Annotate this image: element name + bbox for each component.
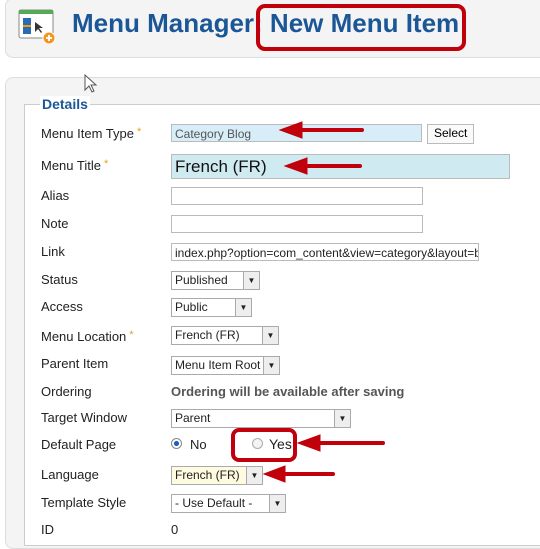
alias-label: Alias [41, 188, 70, 203]
target-window-label: Target Window [41, 410, 127, 425]
radio-checked-icon[interactable] [171, 438, 182, 449]
chevron-down-icon: ▼ [262, 327, 278, 344]
title-highlight: New Menu Item [269, 8, 460, 38]
ordering-note: Ordering will be available after saving [171, 384, 405, 399]
status-select[interactable]: Published ▼ [171, 271, 260, 290]
id-value: 0 [171, 522, 179, 537]
menu-add-icon [18, 9, 56, 44]
access-select[interactable]: Public ▼ [171, 298, 252, 317]
language-select[interactable]: French (FR) ▼ [171, 466, 263, 485]
parent-item-label: Parent Item [41, 356, 109, 371]
access-label: Access [41, 299, 83, 314]
chevron-down-icon: ▼ [263, 357, 279, 374]
select-menu-type-button[interactable]: Select [427, 124, 475, 144]
parent-item-select[interactable]: Menu Item Root ▼ [171, 356, 280, 375]
menu-location-select[interactable]: French (FR) ▼ [171, 326, 279, 345]
language-label: Language [41, 467, 99, 482]
template-style-select[interactable]: - Use Default - ▼ [171, 494, 286, 513]
page-title: Menu Manager: New Menu Item [72, 8, 460, 38]
menu-title-input[interactable]: French (FR) [171, 154, 510, 179]
chevron-down-icon: ▼ [243, 272, 259, 289]
id-label: ID [41, 522, 54, 537]
template-style-label: Template Style [41, 495, 127, 510]
link-label: Link [41, 244, 65, 259]
chevron-down-icon: ▼ [334, 410, 350, 427]
chevron-down-icon: ▼ [269, 495, 285, 512]
chevron-down-icon: ▼ [246, 467, 262, 484]
details-legend: Details [40, 96, 90, 112]
link-input[interactable]: index.php?option=com_content&view=catego… [171, 243, 479, 261]
menu-title-label: Menu Title * [41, 158, 109, 173]
default-page-label: Default Page [41, 437, 117, 452]
radio-unchecked-icon[interactable] [252, 438, 263, 449]
default-page-no-radio[interactable]: No [171, 437, 207, 452]
chevron-down-icon: ▼ [235, 299, 251, 316]
menu-location-label: Menu Location * [41, 329, 134, 344]
target-window-select[interactable]: Parent ▼ [171, 409, 351, 428]
menu-item-type-label: Menu Item Type * [41, 126, 142, 141]
menu-item-type-field[interactable]: Category Blog [171, 124, 422, 142]
note-input[interactable] [171, 215, 423, 233]
alias-input[interactable] [171, 187, 423, 205]
note-label: Note [41, 216, 69, 231]
ordering-label: Ordering [41, 384, 92, 399]
status-label: Status [41, 272, 78, 287]
default-page-yes-radio[interactable]: Yes [252, 436, 292, 452]
